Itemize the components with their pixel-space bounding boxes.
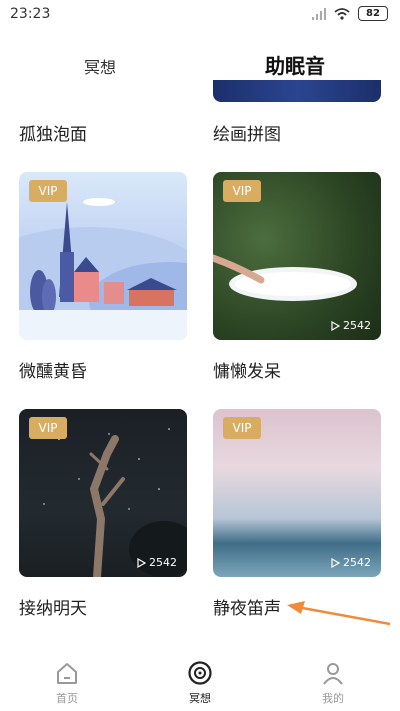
- nav-home[interactable]: 首页: [37, 660, 97, 706]
- play-icon: [137, 557, 146, 568]
- tab-sleep-sounds[interactable]: 助眠音: [265, 50, 325, 79]
- play-count-value: 2542: [343, 319, 371, 332]
- play-icon: [331, 320, 340, 331]
- card-peek-image[interactable]: [213, 80, 381, 102]
- card-title-top-left[interactable]: 孤独泡面: [19, 120, 87, 145]
- signal-icon: [312, 7, 326, 20]
- bottom-nav: 首页 冥想 我的: [0, 655, 400, 711]
- vip-badge: VIP: [223, 180, 261, 202]
- vip-badge: VIP: [223, 417, 261, 439]
- meditation-icon: [188, 661, 212, 685]
- card-title[interactable]: 微醺黄昏: [19, 357, 87, 382]
- card-image-jingye[interactable]: VIP 2542: [213, 409, 381, 577]
- vip-badge: VIP: [29, 417, 67, 439]
- play-count-value: 2542: [149, 556, 177, 569]
- card-image-jiena[interactable]: VIP 2542: [19, 409, 187, 577]
- battery-indicator: 82: [358, 6, 388, 21]
- nav-mine[interactable]: 我的: [303, 660, 363, 706]
- play-icon: [331, 557, 340, 568]
- play-count-value: 2542: [343, 556, 371, 569]
- tab-meditation[interactable]: 冥想: [84, 54, 116, 78]
- nav-mine-label: 我的: [322, 692, 344, 705]
- annotation-arrow-icon: [287, 601, 391, 626]
- play-count: 2542: [136, 556, 177, 569]
- nav-meditation[interactable]: 冥想: [170, 660, 230, 706]
- profile-icon: [323, 663, 343, 685]
- card-title[interactable]: 静夜笛声: [213, 594, 281, 619]
- card-title[interactable]: 慵懒发呆: [213, 357, 281, 382]
- status-time: 23:23: [10, 6, 51, 22]
- play-count: 2542: [330, 319, 371, 332]
- nav-home-label: 首页: [56, 692, 78, 705]
- card-title[interactable]: 接纳明天: [19, 594, 87, 619]
- nav-meditation-label: 冥想: [189, 692, 211, 705]
- card-image-yonglan[interactable]: VIP 2542: [213, 172, 381, 340]
- wifi-icon: [334, 7, 350, 20]
- play-count: 2542: [330, 556, 371, 569]
- card-title-top-right[interactable]: 绘画拼图: [213, 120, 281, 145]
- status-icons: 82: [312, 6, 388, 21]
- card-image-weixun[interactable]: VIP: [19, 172, 187, 340]
- home-icon: [57, 663, 77, 684]
- status-bar: 23:23 82: [0, 0, 400, 30]
- vip-badge: VIP: [29, 180, 67, 202]
